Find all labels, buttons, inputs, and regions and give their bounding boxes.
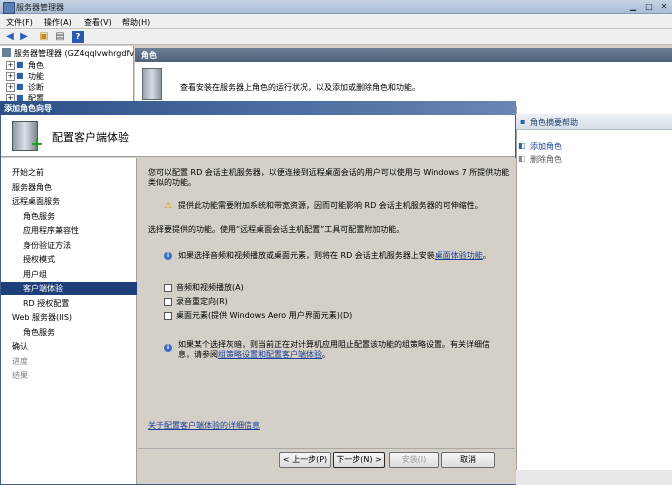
- wizard-step[interactable]: 进度: [1, 355, 137, 368]
- minimize-icon[interactable]: ▁: [626, 2, 640, 12]
- wizard-step[interactable]: 确认: [1, 340, 137, 353]
- roles-description: 查看安装在服务器上角色的运行状况，以及添加或删除角色和功能。: [180, 83, 420, 92]
- menu-view[interactable]: 查看(V): [84, 17, 112, 28]
- wizard-step[interactable]: 用户组: [1, 268, 137, 281]
- cancel-button[interactable]: 取消: [441, 452, 495, 468]
- warning-icon: ⚠: [164, 201, 173, 211]
- toolbar: ◀ ▶ ▣ ▤ ?: [0, 29, 672, 45]
- info2-end: 。: [322, 350, 330, 359]
- checkbox-audio-video[interactable]: [164, 284, 172, 292]
- roles-header-title: 角色: [141, 51, 157, 60]
- forward-arrow-icon[interactable]: ▶: [18, 31, 30, 43]
- up-folder-icon[interactable]: ▣: [38, 31, 50, 43]
- group-policy-link[interactable]: 组策略设置和配置客户端体验: [218, 350, 322, 359]
- wizard-step[interactable]: 客户端体验: [1, 282, 137, 295]
- wizard-step[interactable]: 角色服务: [1, 210, 137, 223]
- wizard-step[interactable]: 远程桌面服务: [1, 195, 137, 208]
- wizard-step[interactable]: 应用程序兼容性: [1, 224, 137, 237]
- roles-icon: ■: [16, 60, 24, 69]
- status-strip: [516, 470, 672, 485]
- wizard-step[interactable]: 身份验证方法: [1, 239, 137, 252]
- desktop-experience-link[interactable]: 桌面体验功能: [435, 251, 483, 260]
- wizard-step[interactable]: RD 授权配置: [1, 297, 137, 310]
- back-arrow-icon[interactable]: ◀: [4, 31, 16, 43]
- add-plus-icon: +: [30, 134, 44, 153]
- show-hide-tree-icon[interactable]: ▤: [54, 31, 66, 43]
- menu-action[interactable]: 操作(A): [44, 17, 72, 28]
- expand-icon[interactable]: +: [6, 72, 15, 81]
- info1: 如果选择音频和视频播放或桌面元素，则将在 RD 会话主机服务器上安装桌面体验功能…: [178, 250, 491, 261]
- close-icon[interactable]: ✕: [657, 2, 671, 12]
- info1-end: 。: [482, 251, 491, 260]
- install-button[interactable]: 安装(I): [389, 452, 439, 468]
- navigation-tree: 服务器管理器 (GZ4qqlvwhrgdfv + ■ 角色 + ■ 功能 + ■…: [0, 46, 134, 106]
- back-button[interactable]: < 上一步(P): [279, 452, 331, 468]
- wizard-content: 您可以配置 RD 会话主机服务器，以便连接到远程桌面会话的用户可以使用与 Win…: [138, 158, 516, 484]
- dialog-title: 添加角色向导: [4, 104, 52, 113]
- tree-item-diagnostics[interactable]: 诊断: [28, 82, 44, 93]
- wizard-step[interactable]: 角色服务: [1, 326, 137, 339]
- tree-item-roles[interactable]: 角色: [28, 60, 44, 71]
- server-manager-icon: [3, 2, 15, 14]
- expand-icon[interactable]: +: [6, 61, 15, 70]
- wizard-steps: 开始之前 服务器角色 远程桌面服务 角色服务 应用程序兼容性 身份验证方法 授权模式 用户组客…: [1, 158, 137, 484]
- window-title: 服务器管理器: [16, 3, 64, 12]
- server-icon: [2, 48, 11, 57]
- next-button[interactable]: 下一步(N) >: [333, 452, 385, 468]
- checkbox-desktop-composition[interactable]: [164, 312, 172, 320]
- remove-role-icon: ◧: [518, 154, 526, 163]
- help-book-icon: ▪: [520, 117, 526, 126]
- wizard-step[interactable]: 结果: [1, 369, 137, 382]
- menu-bar: 文件(F) 操作(A) 查看(V) 帮助(H): [0, 14, 672, 29]
- wizard-step[interactable]: 授权模式: [1, 253, 137, 266]
- add-role-link[interactable]: 添加角色: [530, 141, 562, 152]
- intro-line-2: 类似的功能。: [148, 178, 196, 187]
- add-role-icon: ◧: [518, 141, 526, 150]
- help-icon[interactable]: ?: [72, 31, 84, 43]
- option-audio-video[interactable]: 音频和视频播放(A): [176, 282, 244, 293]
- roles-header: 角色: [135, 48, 672, 62]
- features-icon: ■: [16, 71, 24, 80]
- remove-role-link[interactable]: 删除角色: [530, 154, 562, 165]
- select-prompt: 选择要提供的功能。使用“远程桌面会话主机配置”工具可配置附加功能。: [148, 225, 405, 234]
- info2-line-2: 息，请参阅组策略设置和配置客户端体验。: [178, 349, 330, 360]
- help-panel-header: ▪ 角色摘要帮助: [516, 114, 672, 130]
- tree-root[interactable]: 服务器管理器 (GZ4qqlvwhrgdfv: [14, 48, 134, 59]
- wizard-step[interactable]: 开始之前: [1, 166, 137, 179]
- menu-help[interactable]: 帮助(H): [122, 17, 150, 28]
- dialog-title-bar: 添加角色向导: [0, 101, 516, 115]
- more-info-link[interactable]: 关于配置客户端体验的详细信息: [148, 420, 260, 431]
- maximize-icon[interactable]: □: [642, 2, 656, 12]
- diagnostics-icon: ■: [16, 82, 24, 91]
- option-desktop-composition[interactable]: 桌面元素(提供 Windows Aero 用户界面元素)(D): [176, 310, 352, 321]
- warning-text: 提供此功能需要附加系统和带宽资源，因而可能影响 RD 会话主机服务器的可伸缩性。: [178, 201, 483, 210]
- help-panel-title[interactable]: 角色摘要帮助: [530, 117, 578, 128]
- info2-pre: 息，请参阅: [178, 350, 218, 359]
- server-tower-icon: [142, 68, 162, 100]
- menu-file[interactable]: 文件(F): [6, 17, 33, 28]
- title-bar: 服务器管理器 ▁ □ ✕: [0, 0, 672, 14]
- dialog-heading: 配置客户端体验: [52, 131, 129, 144]
- info-icon: i: [164, 344, 172, 352]
- info1-text: 如果选择音频和视频播放或桌面元素，则将在 RD 会话主机服务器上安装: [178, 251, 435, 260]
- info-icon: i: [164, 252, 172, 260]
- option-audio-recording[interactable]: 录音重定向(R): [176, 296, 228, 307]
- wizard-step[interactable]: 服务器角色: [1, 181, 137, 194]
- expand-icon[interactable]: +: [6, 83, 15, 92]
- wizard-step[interactable]: Web 服务器(IIS): [1, 311, 137, 324]
- tree-item-features[interactable]: 功能: [28, 71, 44, 82]
- checkbox-audio-recording[interactable]: [164, 298, 172, 306]
- intro-line-1: 您可以配置 RD 会话主机服务器，以便连接到远程桌面会话的用户可以使用与 Win…: [148, 168, 510, 177]
